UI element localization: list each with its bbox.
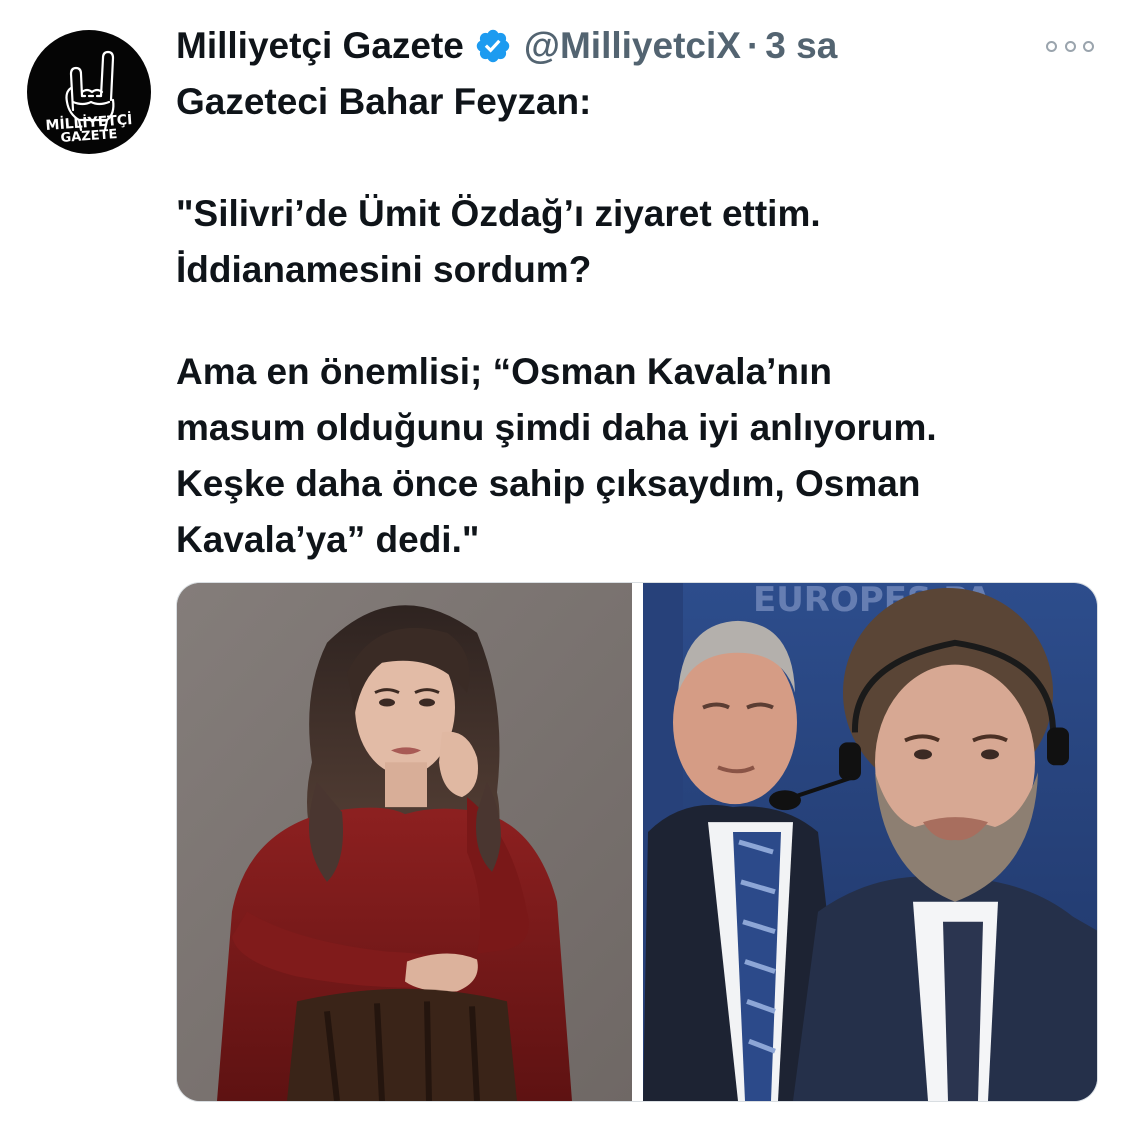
tweet-header: Milliyetçi Gazete @MilliyetciX · 3 sa [176, 22, 837, 70]
separator-dot: · [746, 25, 760, 66]
tweet-text-line: Kavala’ya” dedi." [176, 519, 480, 560]
tweet-text-line: Ama en önemlisi; “Osman Kavala’nın [176, 351, 832, 392]
more-options-button[interactable] [1046, 36, 1094, 56]
tweet-text-line: masum olduğunu şimdi daha iyi anlıyorum. [176, 407, 937, 448]
tweet-timestamp[interactable]: 3 sa [765, 22, 837, 70]
tweet-text-paragraph-2: Ama en önemlisi; “Osman Kavala’nın masum… [176, 344, 1096, 568]
media-photo-right[interactable]: EUROPES PA [643, 583, 1097, 1101]
photo-woman-portrait [177, 583, 632, 1101]
tweet[interactable]: MİLLİYETÇİ GAZETE Milliyetçi Gazete @Mil… [0, 0, 1125, 1129]
tweet-text-line: "Silivri’de Ümit Özdağ’ı ziyaret ettim. [176, 193, 821, 234]
tweet-media-grid: EUROPES PA [176, 582, 1098, 1102]
tweet-text-paragraph-1: "Silivri’de Ümit Özdağ’ı ziyaret ettim. … [176, 186, 1096, 298]
user-handle[interactable]: @MilliyetciX [524, 22, 741, 70]
media-photo-left[interactable] [177, 583, 632, 1101]
photo-two-men: EUROPES PA [643, 583, 1097, 1101]
more-horizontal-icon-dot [1064, 40, 1076, 52]
tweet-text-line: İddianamesini sordum? [176, 249, 592, 290]
avatar[interactable]: MİLLİYETÇİ GAZETE [27, 30, 151, 154]
tweet-text-line: Keşke daha önce sahip çıksaydım, Osman [176, 463, 921, 504]
verified-badge-icon[interactable] [474, 27, 512, 65]
tweet-text-line: Gazeteci Bahar Feyzan: [176, 81, 592, 122]
more-horizontal-icon [1046, 40, 1057, 52]
tweet-text-intro: Gazeteci Bahar Feyzan: [176, 74, 1096, 130]
more-horizontal-icon-dot [1083, 40, 1094, 52]
display-name[interactable]: Milliyetçi Gazete [176, 22, 464, 70]
